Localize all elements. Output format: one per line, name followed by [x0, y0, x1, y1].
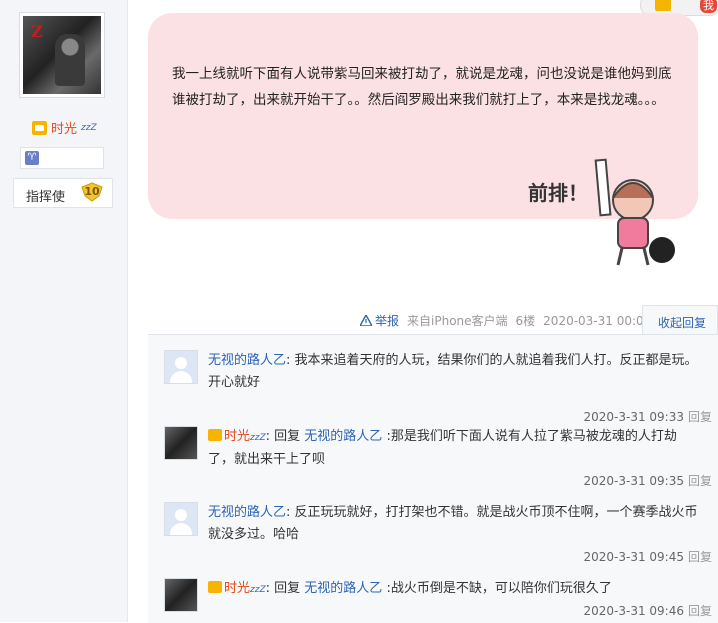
reply-time: 2020-3-31 09:46	[583, 604, 684, 618]
post-meta: 举报 来自iPhone客户端 6楼 2020-03-31 00:07	[360, 312, 651, 329]
sleep-icon: zzZ	[81, 122, 97, 133]
sleep-icon: zzZ	[250, 585, 266, 595]
author-sidebar: Z 时光 zzZ ♈ 指挥使 10	[0, 0, 128, 622]
reply-content: :战火币倒是不缺，可以陪你们玩很久了	[382, 581, 612, 596]
reply-footer: 2020-3-31 09:35 回复	[583, 472, 712, 489]
floor-number: 6楼	[515, 314, 536, 328]
reply-button[interactable]: 回复	[688, 474, 712, 488]
reply-user[interactable]: 时光	[224, 429, 250, 444]
reply-time: 2020-3-31 09:35	[583, 474, 684, 488]
sticker-text: 前排！	[528, 181, 588, 205]
reply-time: 2020-3-31 09:45	[583, 550, 684, 564]
author-name[interactable]: 时光	[51, 118, 77, 137]
top-pill-label: 我	[700, 0, 717, 13]
reply-text: 时光zzZ: 回复 无视的路人乙 :那是我们听下面人说有人拉了紫马被龙魂的人打劫…	[208, 426, 700, 471]
reply-avatar[interactable]	[164, 578, 198, 612]
reply-word: : 回复	[265, 429, 305, 444]
rank-level: 10	[84, 185, 100, 198]
reply-user[interactable]: 无视的路人乙	[208, 353, 286, 368]
reply-word: : 回复	[265, 581, 305, 596]
reply-button[interactable]: 回复	[688, 604, 712, 618]
reply-button[interactable]: 回复	[688, 410, 712, 424]
reply-target-user[interactable]: 无视的路人乙	[304, 429, 382, 444]
post-source: 来自iPhone客户端	[407, 314, 508, 328]
reply-list: 无视的路人乙: 我本来追着天府的人玩，结果你们的人就追着我们人打。反正都是玩。开…	[148, 334, 718, 623]
aries-icon: ♈	[25, 151, 39, 165]
reply-button[interactable]: 回复	[688, 550, 712, 564]
reply-footer: 2020-3-31 09:46 回复	[583, 602, 712, 619]
reply-footer: 2020-3-31 09:45 回复	[583, 548, 712, 565]
reply-text: 无视的路人乙: 反正玩玩就好，打打架也不错。就是战火币顶不住啊，一个赛季战火币就…	[208, 502, 700, 546]
level-shield-icon: 10	[81, 182, 103, 202]
warning-icon	[360, 315, 372, 326]
reply-time: 2020-3-31 09:33	[583, 410, 684, 424]
reply-footer: 2020-3-31 09:33 回复	[583, 408, 712, 425]
post-content: 我一上线就听下面有人说带紫马回来被打劫了，就说是龙魂，问也没说是谁他妈到底谁被打…	[172, 66, 672, 108]
sleep-icon: zzZ	[250, 433, 266, 443]
reply-target-user[interactable]: 无视的路人乙	[304, 581, 382, 596]
report-link[interactable]: 举报	[360, 312, 399, 329]
reply-text: 时光zzZ: 回复 无视的路人乙 :战火币倒是不缺，可以陪你们玩很久了	[208, 578, 700, 601]
reply-avatar[interactable]	[164, 502, 198, 536]
rank-badge[interactable]: 指挥使 10	[13, 178, 113, 208]
author-avatar[interactable]: Z	[19, 12, 105, 98]
author-name-row: 时光 zzZ	[32, 118, 97, 137]
report-label: 举报	[375, 314, 400, 328]
vip-crown-icon	[208, 581, 222, 593]
vip-crown-icon	[208, 429, 222, 441]
constellation-badge[interactable]: ♈	[20, 147, 104, 169]
reply-text: 无视的路人乙: 我本来追着天府的人玩，结果你们的人就追着我们人打。反正都是玩。开…	[208, 350, 700, 394]
post-time: 2020-03-31 00:07	[543, 313, 652, 328]
rank-title: 指挥使	[26, 190, 66, 205]
collapse-replies-label: 收起回复	[658, 316, 707, 330]
collapse-replies-button[interactable]: 收起回复	[642, 305, 718, 335]
reply-user[interactable]: 时光	[224, 581, 250, 596]
vip-crown-icon	[32, 120, 47, 135]
reply-avatar[interactable]	[164, 350, 198, 384]
vip-crown-icon	[655, 0, 671, 11]
front-row-sticker: 前排！	[528, 158, 675, 266]
reply-avatar[interactable]	[164, 426, 198, 460]
reply-user[interactable]: 无视的路人乙	[208, 505, 286, 520]
